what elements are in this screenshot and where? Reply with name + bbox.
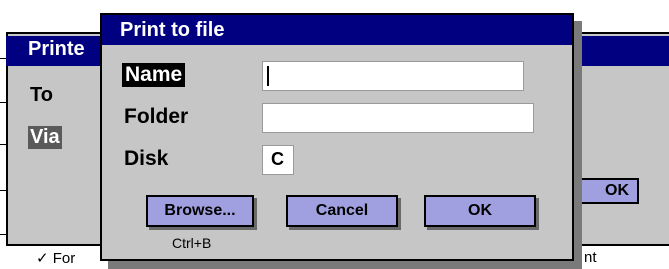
footer-right-text: nt xyxy=(584,249,597,266)
browse-button[interactable]: Browse... xyxy=(146,195,254,227)
printer-ok-button[interactable]: OK xyxy=(573,178,639,204)
browse-shortcut-hint: Ctrl+B xyxy=(172,235,212,251)
disk-value: C xyxy=(271,149,284,169)
name-label: Name xyxy=(122,63,186,87)
to-label: To xyxy=(30,84,53,106)
via-label[interactable]: Via xyxy=(28,126,62,149)
text-caret xyxy=(267,66,269,86)
checkmark-icon: ✓ xyxy=(36,250,49,267)
ok-button[interactable]: OK xyxy=(424,195,536,227)
print-to-file-dialog: Print to file Name Folder Disk C Browse.… xyxy=(100,13,574,261)
printer-dialog-title: Printe xyxy=(28,38,85,60)
name-field[interactable] xyxy=(262,61,524,91)
dialog-title-bar: Print to file xyxy=(102,15,572,45)
folder-field[interactable] xyxy=(262,103,534,133)
disk-field[interactable]: C xyxy=(262,145,294,175)
footer-left-row: ✓ For xyxy=(36,249,75,267)
footer-left-text: For xyxy=(52,250,76,267)
folder-label: Folder xyxy=(124,105,189,128)
cancel-button[interactable]: Cancel xyxy=(286,195,398,227)
dialog-title: Print to file xyxy=(120,19,225,41)
disk-label: Disk xyxy=(124,147,169,170)
